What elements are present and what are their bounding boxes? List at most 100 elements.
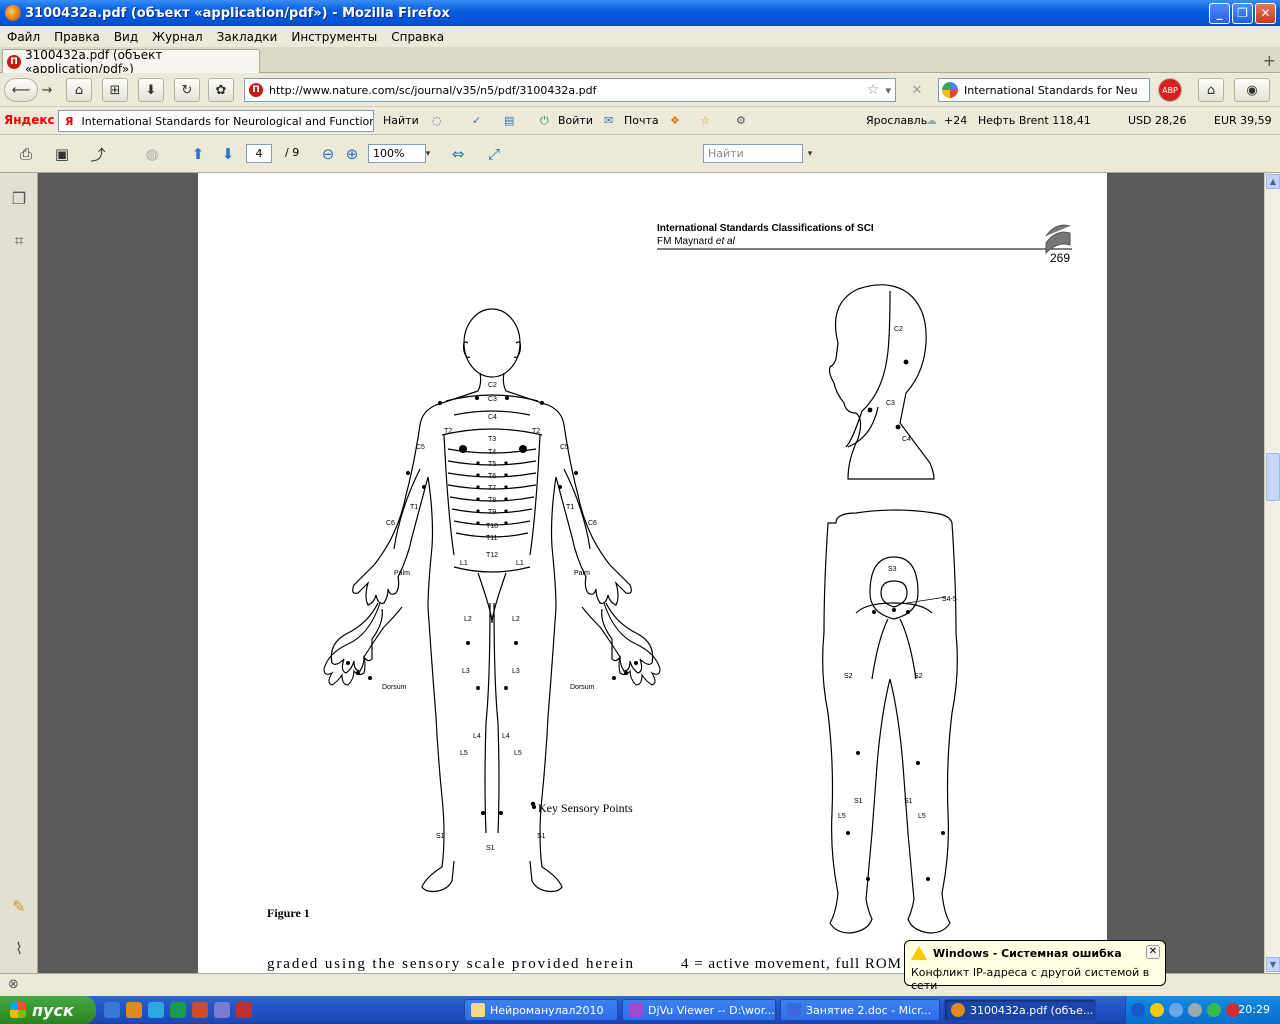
taskbar-item-firefox[interactable]: 3100432a.pdf (объе... (944, 999, 1096, 1021)
next-page-icon[interactable]: ⬇ (216, 143, 240, 165)
globe-icon[interactable]: ◉ (1234, 78, 1270, 102)
bookmark-star-icon[interactable]: ☆ (867, 82, 880, 98)
taskbar-item-djvu[interactable]: DjVu Viewer -- D:\wor... (622, 999, 776, 1021)
zoom-in-icon[interactable]: ⊕ (340, 143, 364, 165)
save-icon[interactable]: ▣ (50, 143, 74, 165)
system-error-balloon[interactable]: Windows - Системная ошибка ✕ Конфликт IP… (904, 940, 1166, 992)
home-page-icon[interactable]: ⌂ (66, 78, 92, 102)
scroll-thumb[interactable] (1266, 453, 1280, 501)
label-t7: T7 (488, 485, 496, 492)
fit-page-icon[interactable]: ⤢ (482, 143, 506, 165)
menu-bookmarks[interactable]: Закладки (210, 30, 285, 44)
page-number-input[interactable]: 4 (246, 144, 272, 163)
maximize-button[interactable]: ❐ (1232, 2, 1253, 24)
fit-width-icon[interactable]: ⇔ (446, 143, 470, 165)
pages-panel-icon[interactable]: ❐ (9, 189, 29, 209)
menu-help[interactable]: Справка (384, 30, 451, 44)
label-s1-left-back: S1 (854, 798, 863, 805)
utorrent-icon[interactable] (170, 1002, 186, 1018)
eur-rate[interactable]: EUR 39,59 (1214, 114, 1272, 127)
weather-temp[interactable]: +24 (944, 114, 967, 127)
forward-button[interactable]: → (34, 78, 60, 102)
addons-icon[interactable]: ✿ (208, 78, 234, 102)
spellcheck-icon[interactable]: ✓ (472, 114, 481, 127)
ie-icon[interactable] (104, 1002, 120, 1018)
adblock-icon[interactable]: ABP (1158, 78, 1182, 102)
reload-icon[interactable]: ↻ (174, 78, 200, 102)
find-dropdown-icon[interactable]: ▾ (798, 143, 822, 165)
taskbar-item-folder[interactable]: Нейроманулал2010 (464, 999, 618, 1021)
yandex-find-button[interactable]: Найти (383, 114, 419, 127)
translate-icon[interactable]: ▤ (504, 114, 514, 127)
clock[interactable]: 20:29 (1238, 1003, 1270, 1016)
label-s3-back: S3 (888, 566, 897, 573)
minimize-button[interactable]: _ (1209, 2, 1230, 24)
yandex-search-field[interactable]: Я International Standards for Neurologic… (58, 110, 374, 132)
skype-icon[interactable] (148, 1002, 164, 1018)
taskbar-item-word[interactable]: Занятие 2.doc - Micr... (780, 999, 940, 1021)
menu-tools[interactable]: Инструменты (284, 30, 384, 44)
login-button[interactable]: Войти (558, 114, 593, 127)
app-icon[interactable] (214, 1002, 230, 1018)
weather-city[interactable]: Ярославль (866, 114, 927, 127)
close-button[interactable]: ✕ (1255, 2, 1276, 24)
scroll-up-icon[interactable]: ▲ (1266, 174, 1280, 189)
start-button[interactable]: пуск (0, 996, 96, 1024)
url-input[interactable]: http://www.nature.com/sc/journal/v35/n5/… (267, 84, 867, 97)
label-l2-right: L2 (512, 616, 520, 623)
label-dorsum-right: Dorsum (570, 684, 595, 691)
vertical-scrollbar[interactable]: ▲ ▼ (1264, 173, 1280, 973)
new-window-icon[interactable]: ⊞ (102, 78, 128, 102)
media-icon[interactable] (192, 1002, 208, 1018)
tray-warning-icon[interactable] (1150, 1003, 1164, 1017)
search-bar[interactable]: International Standards for Neu (938, 78, 1150, 102)
mail-button[interactable]: Почта (624, 114, 659, 127)
menu-edit[interactable]: Правка (47, 30, 107, 44)
windows-logo-icon (10, 1002, 26, 1018)
pdf-viewer[interactable]: International Standards Classifications … (38, 173, 1264, 996)
attachments-binoculars-icon[interactable]: ⌗ (9, 231, 29, 251)
pdf-find-input[interactable]: Найти (703, 144, 803, 163)
yandex-search-input[interactable]: International Standards for Neurological… (81, 115, 373, 128)
download-icon[interactable]: ⬇ (138, 78, 164, 102)
close-findbar-icon[interactable]: ⊗ (8, 977, 19, 992)
chat-icon[interactable]: ◌ (432, 114, 442, 127)
oil-price[interactable]: Нефть Brent 118,41 (978, 114, 1091, 127)
tray-network-icon[interactable] (1169, 1003, 1183, 1017)
zoom-dropdown-icon[interactable]: ▾ (416, 143, 440, 165)
tray-security-icon[interactable] (1207, 1003, 1221, 1017)
share-icon[interactable]: ⤴ (86, 143, 110, 165)
zoom-out-icon[interactable]: ⊖ (316, 143, 340, 165)
menu-history[interactable]: Журнал (145, 30, 210, 44)
dropdown-chevron-icon[interactable]: ▾ (885, 84, 891, 97)
print-icon[interactable]: ⎙ (14, 143, 38, 165)
comments-icon[interactable]: ✎ (9, 897, 29, 917)
balloon-close-button[interactable]: ✕ (1146, 945, 1160, 959)
new-tab-button[interactable]: + (1263, 51, 1276, 70)
menu-view[interactable]: Вид (107, 30, 145, 44)
scroll-down-icon[interactable]: ▼ (1266, 957, 1280, 972)
bookmarks-icon[interactable]: ❖ (670, 114, 680, 127)
search-input[interactable]: International Standards for Neu (964, 84, 1138, 97)
comment-icon[interactable]: ◍ (140, 143, 164, 165)
back-button[interactable]: ⟵ (4, 78, 38, 102)
settings-gear-icon[interactable]: ⚙ (736, 114, 746, 127)
home-icon[interactable]: ⌂ (1198, 78, 1224, 102)
firefox-quick-icon[interactable] (126, 1002, 142, 1018)
url-bar[interactable]: Π http://www.nature.com/sc/journal/v35/n… (244, 78, 896, 102)
usd-rate[interactable]: USD 28,26 (1128, 114, 1187, 127)
stop-icon[interactable]: ✕ (904, 78, 930, 102)
yandex-logo[interactable]: Яндекс (4, 113, 55, 127)
tray-expand-icon[interactable] (1131, 1003, 1145, 1017)
label-t6: T6 (488, 473, 496, 480)
favorites-star-icon[interactable]: ☆ (700, 114, 710, 127)
opera-icon[interactable] (236, 1002, 252, 1018)
label-t10: T10 (486, 523, 498, 530)
label-palm-right: Palm (574, 570, 590, 577)
tray-volume-icon[interactable] (1188, 1003, 1202, 1017)
paperclip-icon[interactable]: ⌇ (9, 939, 29, 959)
tab-pdf[interactable]: Π 3100432a.pdf (объект «application/pdf»… (2, 48, 260, 76)
pdf-toolbar: ⎙ ▣ ⤴ ◍ ⬆ ⬇ 4 / 9 ⊖ ⊕ 100% ▾ ⇔ ⤢ Найти ▾ (0, 135, 1280, 173)
menu-file[interactable]: Файл (0, 30, 47, 44)
previous-page-icon[interactable]: ⬆ (186, 143, 210, 165)
